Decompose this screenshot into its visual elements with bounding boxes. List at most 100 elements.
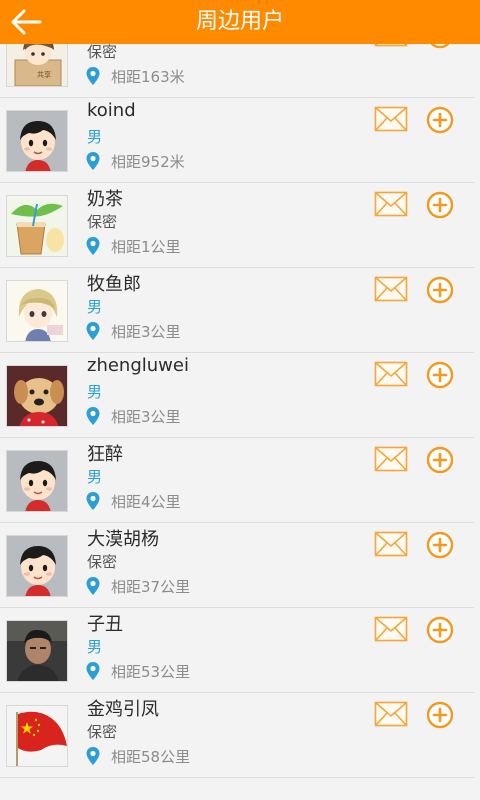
- add-friend-icon: [426, 276, 454, 304]
- user-distance: 相距37公里: [85, 575, 190, 597]
- user-row[interactable]: zhengluwei 男 相距3公里: [0, 353, 480, 438]
- user-name: zhengluwei: [87, 355, 189, 376]
- location-pin-icon: [86, 662, 100, 680]
- user-distance: 相距1公里: [85, 235, 181, 257]
- user-gender: 男: [87, 638, 103, 656]
- add-friend-icon: [426, 106, 454, 134]
- user-gender: 男: [87, 298, 103, 316]
- message-envelope-icon: [374, 616, 408, 642]
- user-avatar[interactable]: [6, 620, 68, 682]
- user-name: 奶茶: [87, 189, 123, 210]
- user-row[interactable]: 共享 共享精神 保密 相距163米: [0, 44, 480, 98]
- user-distance: 相距952米: [85, 150, 185, 172]
- user-gender: 保密: [87, 44, 118, 61]
- user-row[interactable]: 狂醉 男 相距4公里: [0, 438, 480, 523]
- user-avatar[interactable]: [6, 365, 68, 427]
- message-envelope-icon: [374, 446, 408, 472]
- add-friend-icon: [430, 44, 450, 49]
- user-gender: 男: [87, 383, 103, 401]
- add-friend-button[interactable]: [426, 106, 454, 134]
- user-avatar[interactable]: [6, 450, 68, 512]
- send-message-button[interactable]: [374, 191, 408, 217]
- user-row[interactable]: 牧鱼郎 男 相距3公里: [0, 268, 480, 353]
- user-avatar[interactable]: [6, 280, 68, 342]
- location-pin-icon: [86, 152, 100, 170]
- svg-text:共享: 共享: [37, 70, 51, 79]
- distance-text: 相距58公里: [111, 747, 191, 766]
- add-friend-icon: [426, 701, 454, 729]
- send-message-button[interactable]: [374, 361, 408, 387]
- user-name: 金鸡引凤: [87, 699, 159, 720]
- app-header: 周边用户: [0, 0, 480, 44]
- add-friend-icon: [426, 616, 454, 644]
- distance-text: 相距163米: [111, 67, 185, 86]
- user-row[interactable]: 子丑 男 相距53公里: [0, 608, 480, 693]
- add-friend-button[interactable]: [426, 446, 454, 474]
- user-gender: 男: [87, 128, 103, 146]
- user-distance: 相距163米: [85, 65, 185, 87]
- send-message-button[interactable]: [374, 446, 408, 472]
- location-pin-icon: [86, 747, 100, 765]
- user-row[interactable]: 奶茶 保密 相距1公里: [0, 183, 480, 268]
- distance-text: 相距3公里: [111, 322, 181, 341]
- send-message-button[interactable]: [374, 276, 408, 302]
- send-message-button[interactable]: [374, 701, 408, 727]
- user-avatar[interactable]: 共享: [6, 44, 68, 87]
- user-gender: 男: [87, 468, 103, 486]
- message-envelope-icon: [374, 191, 408, 217]
- location-pin-icon: [86, 492, 100, 510]
- distance-text: 相距3公里: [111, 407, 181, 426]
- location-pin-icon: [86, 407, 100, 425]
- user-distance: 相距4公里: [85, 490, 181, 512]
- user-avatar[interactable]: [6, 110, 68, 172]
- user-name: 狂醉: [87, 444, 123, 465]
- add-friend-button[interactable]: [426, 361, 454, 389]
- distance-text: 相距4公里: [111, 492, 181, 511]
- add-friend-button[interactable]: [426, 44, 454, 49]
- user-distance: 相距53公里: [85, 660, 190, 682]
- message-envelope-icon: [374, 276, 408, 302]
- user-row[interactable]: 大漠胡杨 保密 相距37公里: [0, 523, 480, 608]
- add-friend-icon: [426, 531, 454, 559]
- user-gender: 保密: [87, 723, 118, 741]
- send-message-button[interactable]: [374, 616, 408, 642]
- location-pin-icon: [86, 322, 100, 340]
- row-divider: [0, 777, 474, 778]
- user-name: koind: [87, 100, 136, 121]
- add-friend-button[interactable]: [426, 616, 454, 644]
- send-message-button[interactable]: [374, 44, 408, 47]
- message-envelope-icon: [374, 106, 408, 132]
- user-name: 大漠胡杨: [87, 529, 159, 550]
- user-avatar[interactable]: [6, 705, 68, 767]
- user-avatar[interactable]: [6, 535, 68, 597]
- user-distance: 相距3公里: [85, 320, 181, 342]
- add-friend-button[interactable]: [426, 276, 454, 304]
- send-message-button[interactable]: [374, 106, 408, 132]
- add-friend-icon: [426, 191, 454, 219]
- distance-text: 相距37公里: [111, 577, 191, 596]
- send-message-button[interactable]: [374, 531, 408, 557]
- add-friend-button[interactable]: [426, 191, 454, 219]
- message-envelope-icon: [374, 701, 408, 727]
- user-row[interactable]: koind 男 相距952米: [0, 98, 480, 183]
- add-friend-button[interactable]: [426, 701, 454, 729]
- user-name: 牧鱼郎: [87, 274, 141, 295]
- distance-text: 相距1公里: [111, 237, 181, 256]
- add-friend-icon: [426, 446, 454, 474]
- add-friend-button[interactable]: [426, 531, 454, 559]
- message-envelope-icon: [374, 44, 408, 47]
- add-friend-icon: [426, 361, 454, 389]
- message-envelope-icon: [374, 361, 408, 387]
- user-list[interactable]: 共享 共享精神 保密 相距163米 koind 男 相距952米: [0, 44, 480, 800]
- page-title: 周边用户: [195, 9, 284, 34]
- user-avatar[interactable]: [6, 195, 68, 257]
- distance-text: 相距952米: [111, 152, 185, 171]
- user-distance: 相距3公里: [85, 405, 181, 427]
- location-pin-icon: [86, 67, 100, 85]
- user-gender: 保密: [87, 213, 118, 231]
- distance-text: 相距53公里: [111, 662, 191, 681]
- user-distance: 相距58公里: [85, 745, 190, 767]
- message-envelope-icon: [374, 531, 408, 557]
- user-row[interactable]: 金鸡引凤 保密 相距58公里: [0, 693, 480, 778]
- user-gender: 保密: [87, 553, 118, 571]
